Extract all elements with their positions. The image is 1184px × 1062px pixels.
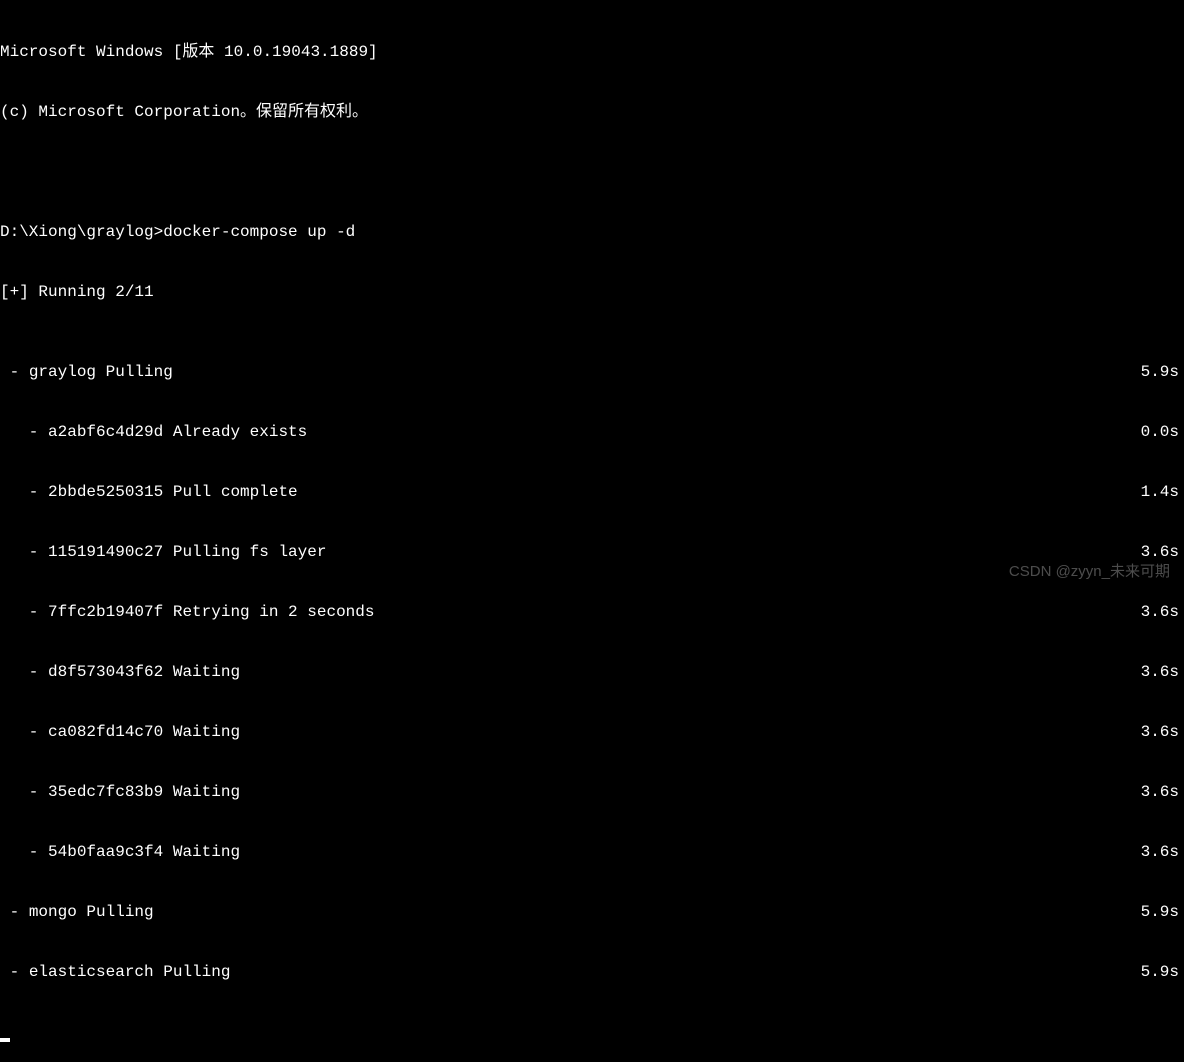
row-time: 3.6s — [1141, 842, 1179, 862]
output-row: - 115191490c27 Pulling fs layer 3.6s — [0, 542, 1184, 562]
blank-line — [0, 162, 1184, 182]
row-indent: - — [0, 843, 48, 861]
row-indent: - — [0, 723, 48, 741]
row-indent: - — [0, 363, 29, 381]
running-status: [+] Running 2/11 — [0, 282, 1184, 302]
row-text: ca082fd14c70 Waiting — [48, 723, 240, 741]
row-time: 3.6s — [1141, 782, 1179, 802]
output-row: - elasticsearch Pulling 5.9s — [0, 962, 1184, 982]
terminal-output[interactable]: Microsoft Windows [版本 10.0.19043.1889] (… — [0, 0, 1184, 1062]
windows-version-line: Microsoft Windows [版本 10.0.19043.1889] — [0, 42, 1184, 62]
row-text: 2bbde5250315 Pull complete — [48, 483, 298, 501]
row-time: 0.0s — [1141, 422, 1179, 442]
output-row: - 54b0faa9c3f4 Waiting 3.6s — [0, 842, 1184, 862]
row-text: 35edc7fc83b9 Waiting — [48, 783, 240, 801]
cursor-line[interactable] — [0, 1022, 1184, 1042]
row-text: 54b0faa9c3f4 Waiting — [48, 843, 240, 861]
row-time: 3.6s — [1141, 722, 1179, 742]
row-indent: - — [0, 783, 48, 801]
row-time: 5.9s — [1141, 962, 1179, 982]
row-time: 5.9s — [1141, 362, 1179, 382]
watermark-text: CSDN @zyyn_未来可期 — [1009, 563, 1170, 582]
cursor-icon — [0, 1038, 10, 1042]
row-time: 5.9s — [1141, 902, 1179, 922]
output-row: - a2abf6c4d29d Already exists 0.0s — [0, 422, 1184, 442]
command-text: docker-compose up -d — [163, 223, 355, 241]
row-text: d8f573043f62 Waiting — [48, 663, 240, 681]
output-row: - mongo Pulling 5.9s — [0, 902, 1184, 922]
row-time: 3.6s — [1141, 542, 1179, 562]
row-text: mongo Pulling — [29, 903, 154, 921]
output-row: - graylog Pulling 5.9s — [0, 362, 1184, 382]
row-text: graylog Pulling — [29, 363, 173, 381]
command-prompt-line[interactable]: D:\Xiong\graylog>docker-compose up -d — [0, 222, 1184, 242]
output-row: - 7ffc2b19407f Retrying in 2 seconds 3.6… — [0, 602, 1184, 622]
output-row: - ca082fd14c70 Waiting 3.6s — [0, 722, 1184, 742]
row-text: elasticsearch Pulling — [29, 963, 231, 981]
output-row: - 2bbde5250315 Pull complete 1.4s — [0, 482, 1184, 502]
row-indent: - — [0, 543, 48, 561]
row-indent: - — [0, 483, 48, 501]
row-text: 7ffc2b19407f Retrying in 2 seconds — [48, 603, 374, 621]
row-time: 3.6s — [1141, 602, 1179, 622]
row-text: 115191490c27 Pulling fs layer — [48, 543, 326, 561]
row-time: 1.4s — [1141, 482, 1179, 502]
row-indent: - — [0, 603, 48, 621]
row-text: a2abf6c4d29d Already exists — [48, 423, 307, 441]
row-indent: - — [0, 963, 29, 981]
row-indent: - — [0, 663, 48, 681]
row-indent: - — [0, 423, 48, 441]
row-indent: - — [0, 903, 29, 921]
windows-copyright-line: (c) Microsoft Corporation。保留所有权利。 — [0, 102, 1184, 122]
output-row: - 35edc7fc83b9 Waiting 3.6s — [0, 782, 1184, 802]
output-row: - d8f573043f62 Waiting 3.6s — [0, 662, 1184, 682]
prompt-path: D:\Xiong\graylog> — [0, 223, 163, 241]
row-time: 3.6s — [1141, 662, 1179, 682]
